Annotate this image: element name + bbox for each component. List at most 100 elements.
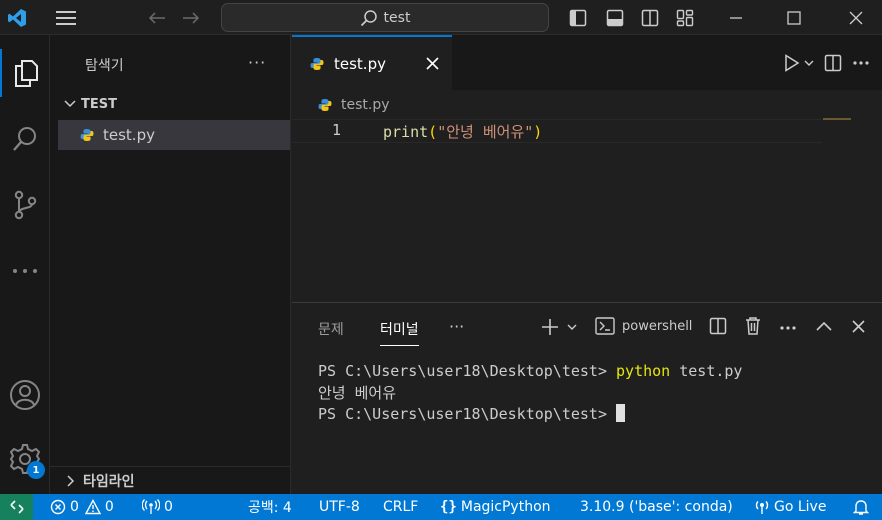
- search-icon: [360, 9, 378, 27]
- minimap-slice: [823, 118, 851, 120]
- encoding-indicator[interactable]: UTF-8: [319, 494, 360, 520]
- search-text: test: [383, 9, 411, 26]
- file-item-test-py[interactable]: test.py: [58, 120, 290, 150]
- maximize-panel-chevron-up-icon[interactable]: [816, 321, 832, 331]
- code-paren-close: ): [533, 123, 543, 141]
- tab-problems[interactable]: 문제: [318, 319, 344, 339]
- terminal-args: test.py: [670, 362, 743, 380]
- python-file-icon: [310, 57, 324, 71]
- error-count: 0: [70, 499, 79, 515]
- command-center-search[interactable]: test: [221, 3, 549, 32]
- toggle-panel-icon[interactable]: [603, 0, 627, 35]
- accounts-icon[interactable]: [0, 371, 50, 419]
- tab-label: test.py: [334, 54, 386, 73]
- code-line-current: [292, 119, 822, 143]
- toggle-secondary-sidebar-icon[interactable]: [638, 0, 662, 35]
- remote-indicator[interactable]: [0, 494, 33, 520]
- split-editor-icon[interactable]: [824, 54, 842, 72]
- status-bar: 0 0 0 공백: 4 UTF-8 CRLF {} MagicPython 3.…: [0, 494, 882, 520]
- minimize-icon[interactable]: [716, 0, 756, 35]
- terminal-shell-icon: [595, 317, 615, 335]
- remote-icon: [9, 500, 25, 514]
- error-icon: [50, 499, 66, 515]
- back-arrow-icon[interactable]: [144, 0, 170, 35]
- go-live-icon: [754, 499, 770, 515]
- vscode-logo-icon: [4, 0, 30, 35]
- explorer-sidebar: 탐색기 ··· TEST test.py 타임라인: [50, 35, 291, 494]
- terminal-line: PS C:\Users\user18\Desktop\test>: [318, 404, 742, 426]
- sidebar-title: 탐색기: [85, 58, 124, 74]
- warning-icon: [84, 499, 101, 515]
- terminal-cursor: [616, 404, 626, 422]
- terminal-prompt: PS C:\Users\user18\Desktop\test>: [318, 405, 617, 423]
- menu-icon[interactable]: [52, 0, 80, 35]
- python-file-icon: [80, 128, 94, 142]
- code-editor[interactable]: 1 print("안녕 베어유"): [292, 118, 882, 302]
- ports-count: 0: [164, 499, 173, 515]
- problems-indicator[interactable]: 0 0: [50, 494, 114, 520]
- terminal-more-icon[interactable]: [779, 325, 797, 331]
- tab-test-py[interactable]: test.py: [292, 35, 452, 90]
- accounts-badge: 1: [27, 461, 45, 479]
- run-python-icon[interactable]: [784, 53, 800, 72]
- editor-tabs: test.py: [292, 35, 882, 90]
- eol-indicator[interactable]: CRLF: [383, 494, 418, 520]
- warning-count: 0: [104, 499, 114, 515]
- title-bar: test: [0, 0, 882, 35]
- language-label: MagicPython: [460, 499, 551, 515]
- new-terminal-plus-icon[interactable]: [541, 318, 559, 336]
- timeline-label: 타임라인: [83, 473, 135, 490]
- python-file-icon: [318, 98, 332, 112]
- bottom-panel: 문제 터미널 ··· powershell PS C:\Users\user18…: [292, 302, 882, 494]
- split-terminal-icon[interactable]: [709, 317, 727, 335]
- maximize-icon[interactable]: [774, 0, 814, 35]
- broadcast-icon: [142, 499, 160, 515]
- tab-terminal[interactable]: 터미널: [380, 319, 419, 346]
- toggle-sidebar-icon[interactable]: [566, 0, 590, 35]
- forward-arrow-icon[interactable]: [178, 0, 204, 35]
- code-function: print: [383, 123, 429, 141]
- source-control-icon[interactable]: [0, 181, 50, 229]
- chevron-down-icon: [64, 99, 76, 109]
- panel-header: 문제 터미널 ··· powershell: [292, 303, 882, 351]
- customize-layout-icon[interactable]: [673, 0, 697, 35]
- kill-terminal-trash-icon[interactable]: [744, 316, 762, 336]
- code-string: "안녕 베어유": [437, 123, 534, 141]
- close-window-icon[interactable]: [836, 0, 876, 35]
- search-icon[interactable]: [0, 115, 50, 163]
- explorer-icon[interactable]: [0, 49, 50, 97]
- language-indicator[interactable]: {} MagicPython: [440, 494, 551, 520]
- folder-row-test[interactable]: TEST: [50, 93, 290, 115]
- ports-indicator[interactable]: 0: [142, 494, 173, 520]
- shell-label[interactable]: powershell: [622, 319, 692, 334]
- terminal-line: 안녕 베어유: [318, 383, 397, 402]
- breadcrumb-file: test.py: [341, 97, 390, 113]
- folder-name: TEST: [81, 96, 117, 112]
- terminal-prompt: PS C:\Users\user18\Desktop\test>: [318, 362, 617, 380]
- close-panel-icon[interactable]: [852, 320, 865, 333]
- notifications-bell-icon[interactable]: [853, 494, 869, 520]
- go-live-label: Go Live: [774, 499, 827, 515]
- editor-more-icon[interactable]: [852, 60, 870, 66]
- terminal-output[interactable]: PS C:\Users\user18\Desktop\test> python …: [318, 361, 742, 426]
- braces-icon: {}: [440, 499, 457, 515]
- terminal-command: python: [616, 362, 671, 380]
- code-line-1[interactable]: print("안녕 베어유"): [383, 121, 542, 142]
- close-tab-icon[interactable]: [426, 57, 439, 70]
- run-dropdown-chevron-icon[interactable]: [804, 59, 814, 67]
- sidebar-more-button[interactable]: ···: [248, 53, 266, 72]
- terminal-line: PS C:\Users\user18\Desktop\test> python …: [318, 361, 742, 383]
- file-name: test.py: [103, 126, 155, 144]
- editor-actions: [784, 35, 882, 90]
- activity-bar: [0, 35, 50, 494]
- terminal-dropdown-chevron-icon[interactable]: [567, 323, 577, 331]
- go-live-button[interactable]: Go Live: [754, 494, 826, 520]
- more-views-icon[interactable]: [0, 247, 50, 295]
- breadcrumb[interactable]: test.py: [292, 90, 882, 120]
- panel-more-button[interactable]: ···: [449, 317, 464, 336]
- line-number: 1: [332, 121, 342, 139]
- timeline-section[interactable]: 타임라인: [50, 466, 290, 494]
- indentation-indicator[interactable]: 공백: 4: [248, 494, 292, 520]
- interpreter-indicator[interactable]: 3.10.9 ('base': conda): [580, 494, 733, 520]
- code-paren-open: (: [428, 123, 438, 141]
